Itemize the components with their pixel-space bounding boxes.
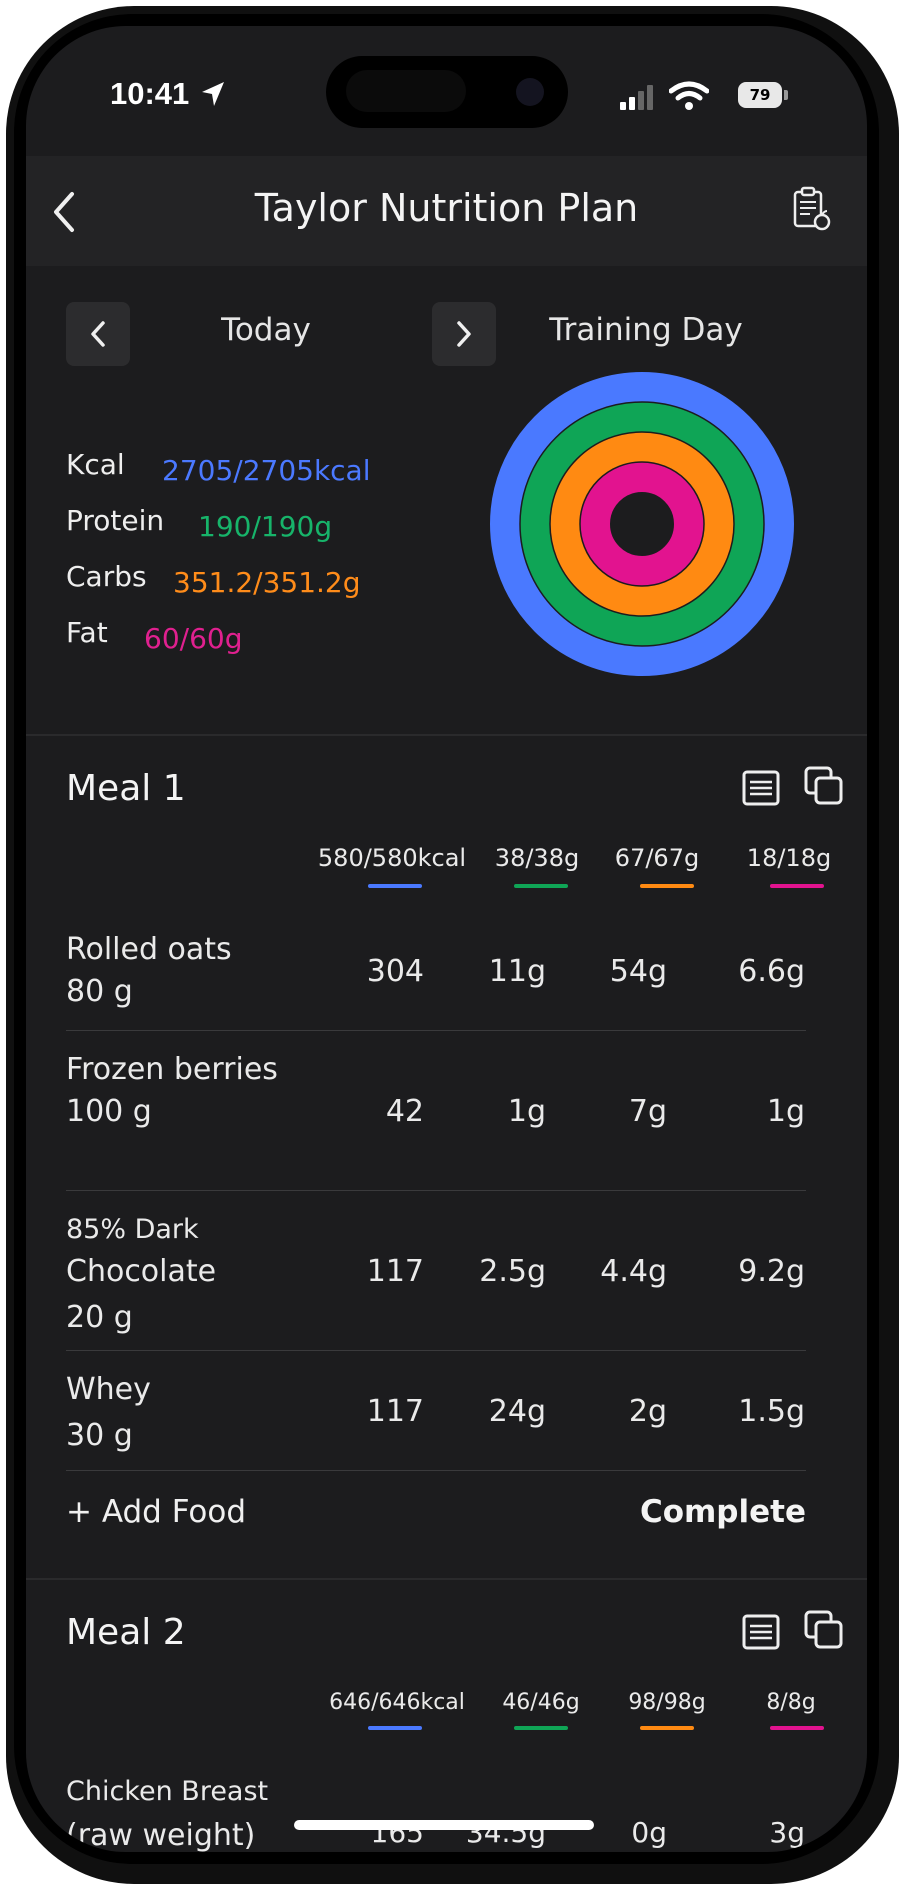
food-amount: 80 g — [66, 974, 133, 1009]
previous-day-button[interactable] — [66, 302, 130, 366]
app-screen: 10:41 79 Taylor Nutrition Plan Today Tra… — [26, 26, 867, 1852]
fat-bar — [770, 1726, 824, 1730]
fat-bar — [770, 884, 824, 888]
food-protein: 2.5g — [479, 1254, 546, 1289]
food-fat: 3g — [769, 1816, 805, 1849]
food-name[interactable]: Rolled oats — [66, 932, 232, 967]
kcal-value: 2705/2705kcal — [162, 454, 371, 487]
row-divider — [66, 1470, 806, 1471]
kcal-bar — [368, 884, 422, 888]
fat-ring — [580, 462, 704, 586]
wifi-icon — [669, 81, 709, 110]
food-protein: 1g — [507, 1094, 546, 1129]
row-divider — [66, 1350, 806, 1351]
clipboard-apple-icon[interactable] — [792, 186, 832, 232]
notes-icon[interactable] — [742, 1614, 780, 1650]
food-fat: 9.2g — [738, 1254, 805, 1289]
kcal-bar — [368, 1726, 422, 1730]
fat-value: 60/60g — [144, 622, 243, 655]
meal-2-kcal-target: 646/646kcal — [329, 1690, 465, 1715]
app-header: Taylor Nutrition Plan — [26, 156, 867, 266]
food-kcal: 304 — [366, 954, 424, 989]
meal-2-carbs-target: 98/98g — [628, 1690, 706, 1715]
food-carbs: 4.4g — [600, 1254, 667, 1289]
copy-icon[interactable] — [804, 766, 844, 806]
signal-icon — [620, 85, 653, 110]
home-indicator[interactable] — [294, 1820, 594, 1830]
battery-icon: 79 — [738, 82, 782, 108]
food-protein: 24g — [488, 1394, 546, 1429]
food-fat: 1g — [766, 1094, 805, 1129]
protein-value: 190/190g — [198, 510, 333, 543]
carbs-value: 351.2/351.2g — [173, 566, 361, 599]
protein-bar — [514, 884, 568, 888]
food-amount: 100 g — [66, 1094, 152, 1129]
row-divider — [66, 1030, 806, 1031]
page-title: Taylor Nutrition Plan — [254, 186, 639, 230]
next-day-button[interactable] — [432, 302, 496, 366]
plan-type-selector[interactable]: Training Day — [526, 312, 766, 348]
meal-1-kcal-target: 580/580kcal — [317, 844, 467, 872]
meal-1-carbs-target: 67/67g — [614, 844, 700, 872]
food-amount: 20 g — [66, 1300, 133, 1335]
food-amount: 30 g — [66, 1418, 133, 1453]
chevron-left-icon — [91, 321, 105, 347]
meal-1-protein-target: 38/38g — [494, 844, 580, 872]
food-carbs: 7g — [628, 1094, 667, 1129]
fat-label: Fat — [66, 616, 108, 649]
protein-label: Protein — [66, 504, 165, 537]
dynamic-island — [326, 56, 568, 128]
meal-2-fat-target: 8/8g — [766, 1690, 816, 1715]
food-name[interactable]: Chicken Breast — [66, 1776, 268, 1807]
location-arrow-icon — [202, 82, 224, 106]
section-divider — [26, 1578, 867, 1580]
food-name-cont: (raw weight) — [66, 1818, 256, 1852]
macro-rings — [490, 372, 794, 676]
row-divider — [66, 1190, 806, 1191]
carbs-bar — [640, 884, 694, 888]
notes-icon[interactable] — [742, 770, 780, 806]
food-carbs: 54g — [609, 954, 667, 989]
complete-button[interactable]: Complete — [586, 1494, 806, 1530]
kcal-label: Kcal — [66, 448, 125, 481]
food-name-cont: Chocolate — [66, 1254, 217, 1289]
food-name[interactable]: Frozen berries — [66, 1052, 278, 1087]
meal-2-protein-target: 46/46g — [502, 1690, 580, 1715]
food-kcal: 42 — [385, 1094, 424, 1129]
food-kcal: 117 — [366, 1394, 424, 1429]
battery-tip — [784, 90, 788, 100]
meal-1-title: Meal 1 — [66, 768, 186, 809]
copy-icon[interactable] — [804, 1610, 844, 1650]
food-kcal: 117 — [366, 1254, 424, 1289]
carbs-bar — [640, 1726, 694, 1730]
food-name[interactable]: 85% Dark — [66, 1214, 199, 1245]
protein-bar — [514, 1726, 568, 1730]
add-food-button[interactable]: + Add Food — [66, 1494, 246, 1530]
food-fat: 6.6g — [738, 954, 805, 989]
food-carbs: 2g — [628, 1394, 667, 1429]
section-divider — [26, 734, 867, 736]
carbs-label: Carbs — [66, 560, 147, 593]
day-label: Today — [221, 312, 311, 348]
meal-2-title: Meal 2 — [66, 1612, 186, 1653]
food-fat: 1.5g — [738, 1394, 805, 1429]
status-time: 10:41 — [110, 76, 190, 111]
food-protein: 11g — [488, 954, 546, 989]
chevron-right-icon — [457, 321, 471, 347]
meal-1-fat-target: 18/18g — [746, 844, 832, 872]
food-name[interactable]: Whey — [66, 1372, 151, 1407]
